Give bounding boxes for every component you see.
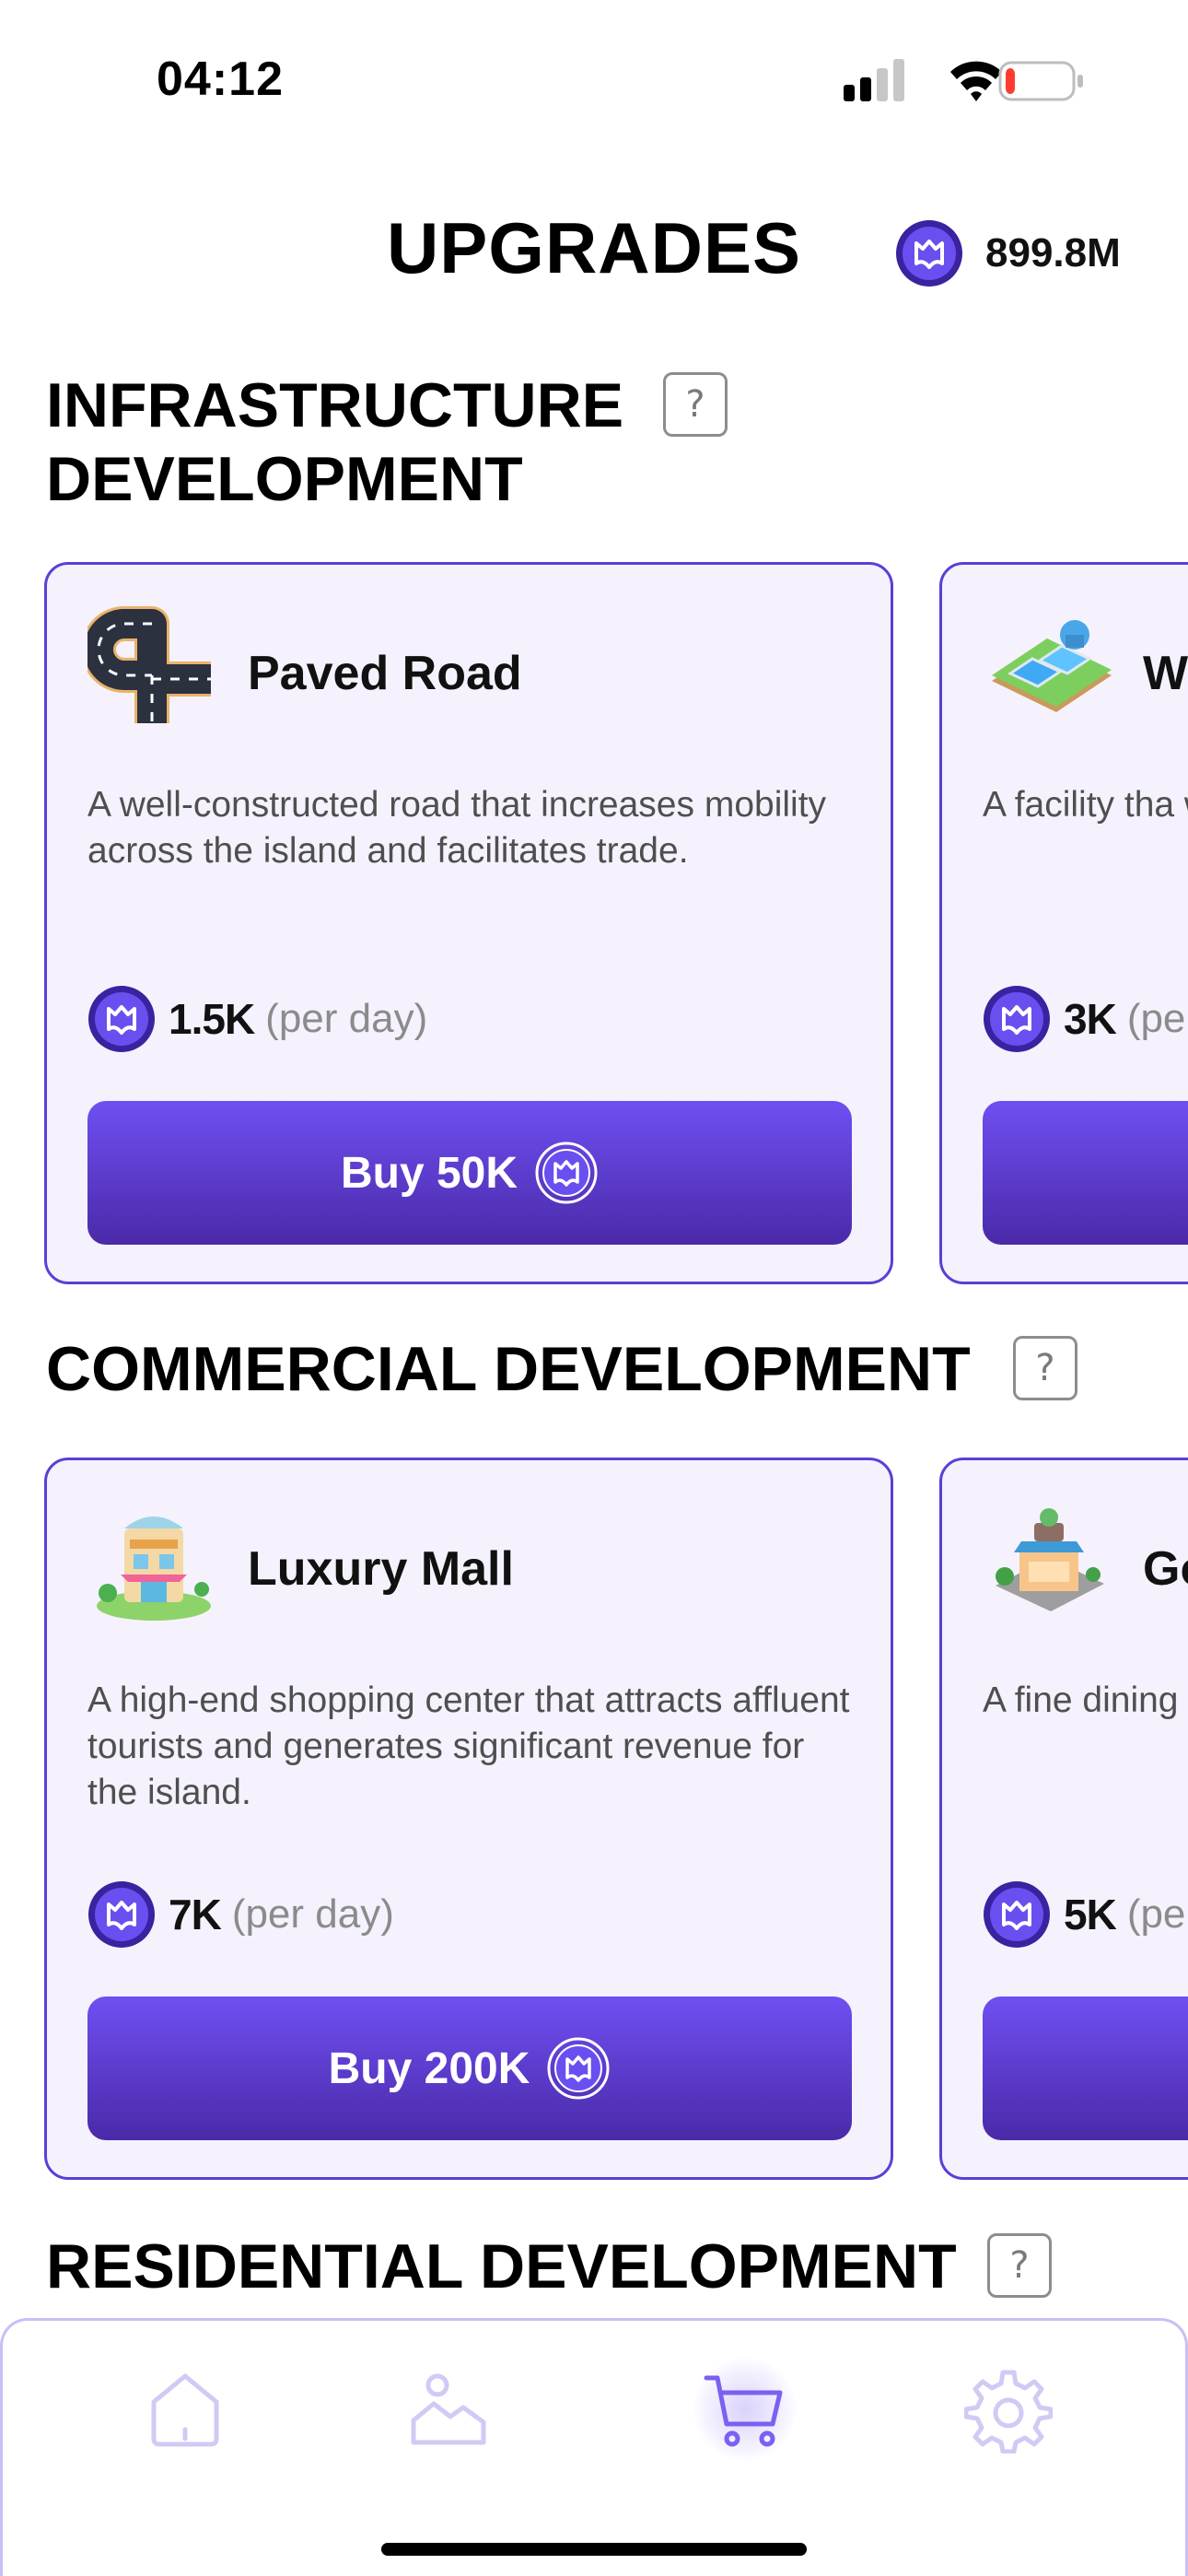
cart-icon: [704, 2375, 783, 2447]
upgrade-card-water-facility[interactable]: W A facility tha water to the sustainabi…: [939, 562, 1188, 1284]
coin-outline-icon: [547, 2037, 610, 2100]
commercial-help-button[interactable]: ?: [1013, 1336, 1077, 1400]
coin-icon: [88, 1881, 155, 1948]
status-time: 04:12: [157, 53, 284, 106]
nav-home[interactable]: [130, 2354, 240, 2465]
buy-paved-road-button[interactable]: Buy 50K: [87, 1101, 852, 1245]
residential-help-button[interactable]: ?: [987, 2233, 1052, 2298]
nav-shop[interactable]: [690, 2354, 800, 2465]
buy-water-facility-button[interactable]: [983, 1101, 1188, 1245]
coin-icon: [88, 986, 155, 1052]
bottom-nav: [0, 2318, 1188, 2576]
buy-restaurant-button[interactable]: [983, 1996, 1188, 2140]
luxury-mall-icon: [97, 1516, 211, 1621]
upgrade-description: A well-constructed road that increases m…: [87, 785, 827, 871]
buy-label: Buy 50K: [340, 1148, 518, 1198]
home-icon: [151, 2373, 219, 2447]
nav-settings[interactable]: [953, 2354, 1064, 2465]
section-title-line: COMMERCIAL DEVELOPMENT: [46, 1334, 971, 1404]
wifi-icon: [950, 61, 1002, 101]
upgrade-rate: 3K (pe: [983, 985, 1185, 1053]
restaurant-icon: [996, 1508, 1104, 1611]
rate-value: 1.5K: [169, 995, 255, 1043]
rate-unit: (per day): [265, 996, 428, 1041]
upgrade-card-restaurant[interactable]: Go A fine dining world-class paying cust…: [939, 1458, 1188, 2180]
upgrade-card-luxury-mall[interactable]: Luxury Mall A high-end shopping center t…: [44, 1458, 893, 2180]
battery-icon: [998, 61, 1083, 101]
upgrade-name: W: [1143, 647, 1188, 700]
paved-road-icon: [87, 606, 211, 723]
infrastructure-help-button[interactable]: ?: [663, 372, 728, 437]
rate-unit: (pe: [1126, 1891, 1186, 1937]
gear-icon: [964, 2370, 1053, 2453]
rate-unit: (per day): [231, 1891, 394, 1937]
rate-unit: (pe: [1126, 996, 1186, 1041]
section-title-line: RESIDENTIAL DEVELOPMENT: [46, 2231, 957, 2301]
balance-display: 899.8M: [895, 219, 1121, 287]
coin-icon: [984, 986, 1050, 1052]
upgrade-name: Paved Road: [248, 647, 522, 700]
section-title-line: DEVELOPMENT: [46, 444, 523, 515]
water-facility-icon: [992, 620, 1112, 712]
island-icon: [411, 2373, 486, 2445]
upgrade-name: Luxury Mall: [248, 1542, 514, 1596]
rate-value: 3K: [1064, 995, 1117, 1043]
home-indicator: [381, 2543, 807, 2556]
upgrade-rate: 1.5K (per day): [87, 985, 427, 1053]
coin-outline-icon: [535, 1142, 598, 1204]
upgrade-rate: 5K (pe: [983, 1880, 1185, 1949]
rate-value: 5K: [1064, 1891, 1117, 1938]
upgrade-description: A facility tha water to the sustainabili…: [983, 785, 1188, 825]
rate-value: 7K: [169, 1891, 222, 1938]
upgrade-description: A high-end shopping center that attracts…: [87, 1680, 850, 1812]
coin-icon: [896, 220, 962, 287]
section-title-commercial: COMMERCIAL DEVELOPMENT: [46, 1332, 971, 1406]
upgrades-screen: 04:12 UPGRADES 899.8M INFRASTRUCTURE DEV…: [0, 0, 1188, 2576]
nav-island[interactable]: [393, 2354, 504, 2465]
balance-amount: 899.8M: [985, 230, 1121, 275]
upgrade-card-paved-road[interactable]: Paved Road A well-constructed road that …: [44, 562, 893, 1284]
buy-label: Buy 200K: [328, 2043, 530, 2093]
status-icons: [844, 59, 1083, 101]
upgrade-name: Go: [1143, 1542, 1188, 1596]
coin-icon: [984, 1881, 1050, 1948]
section-title-residential: RESIDENTIAL DEVELOPMENT: [46, 2230, 957, 2303]
section-title-line: INFRASTRUCTURE: [46, 370, 624, 440]
section-title-infrastructure: INFRASTRUCTURE DEVELOPMENT: [46, 369, 623, 516]
upgrade-rate: 7K (per day): [87, 1880, 394, 1949]
upgrade-description: A fine dining world-class paying cust: [983, 1680, 1188, 1720]
buy-luxury-mall-button[interactable]: Buy 200K: [87, 1996, 852, 2140]
signal-icon: [844, 59, 904, 101]
